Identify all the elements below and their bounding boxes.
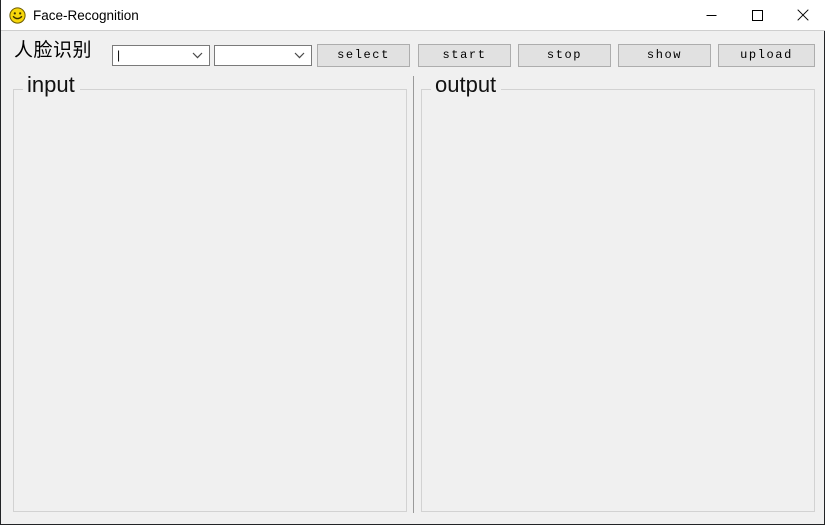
stop-button[interactable]: stop: [518, 44, 611, 67]
close-icon: [797, 9, 809, 21]
input-panel: input: [13, 74, 407, 512]
window-title: Face-Recognition: [33, 7, 139, 23]
upload-button[interactable]: upload: [718, 44, 815, 67]
application-window: Face-Recognition 人脸识别 | select start sto…: [0, 0, 825, 525]
model-select-combobox[interactable]: [214, 45, 312, 66]
chevron-down-icon[interactable]: [293, 46, 306, 65]
camera-select-combobox[interactable]: |: [112, 45, 210, 66]
output-panel: output: [421, 74, 815, 512]
input-panel-title: input: [23, 74, 80, 96]
smiley-face-icon: [9, 7, 26, 24]
caption-buttons: [688, 0, 825, 30]
panel-splitter[interactable]: [413, 76, 414, 513]
camera-select-value: |: [117, 48, 121, 62]
app-label: 人脸识别: [14, 40, 93, 61]
output-panel-title: output: [431, 74, 502, 96]
start-button[interactable]: start: [418, 44, 511, 67]
show-button[interactable]: show: [618, 44, 711, 67]
maximize-button[interactable]: [734, 0, 780, 30]
minimize-button[interactable]: [688, 0, 734, 30]
select-button[interactable]: select: [317, 44, 410, 67]
title-bar-left: Face-Recognition: [9, 0, 139, 31]
close-button[interactable]: [780, 0, 825, 30]
maximize-icon: [751, 9, 763, 21]
chevron-down-icon[interactable]: [191, 46, 204, 65]
minimize-icon: [706, 10, 717, 21]
title-bar: Face-Recognition: [1, 0, 825, 31]
